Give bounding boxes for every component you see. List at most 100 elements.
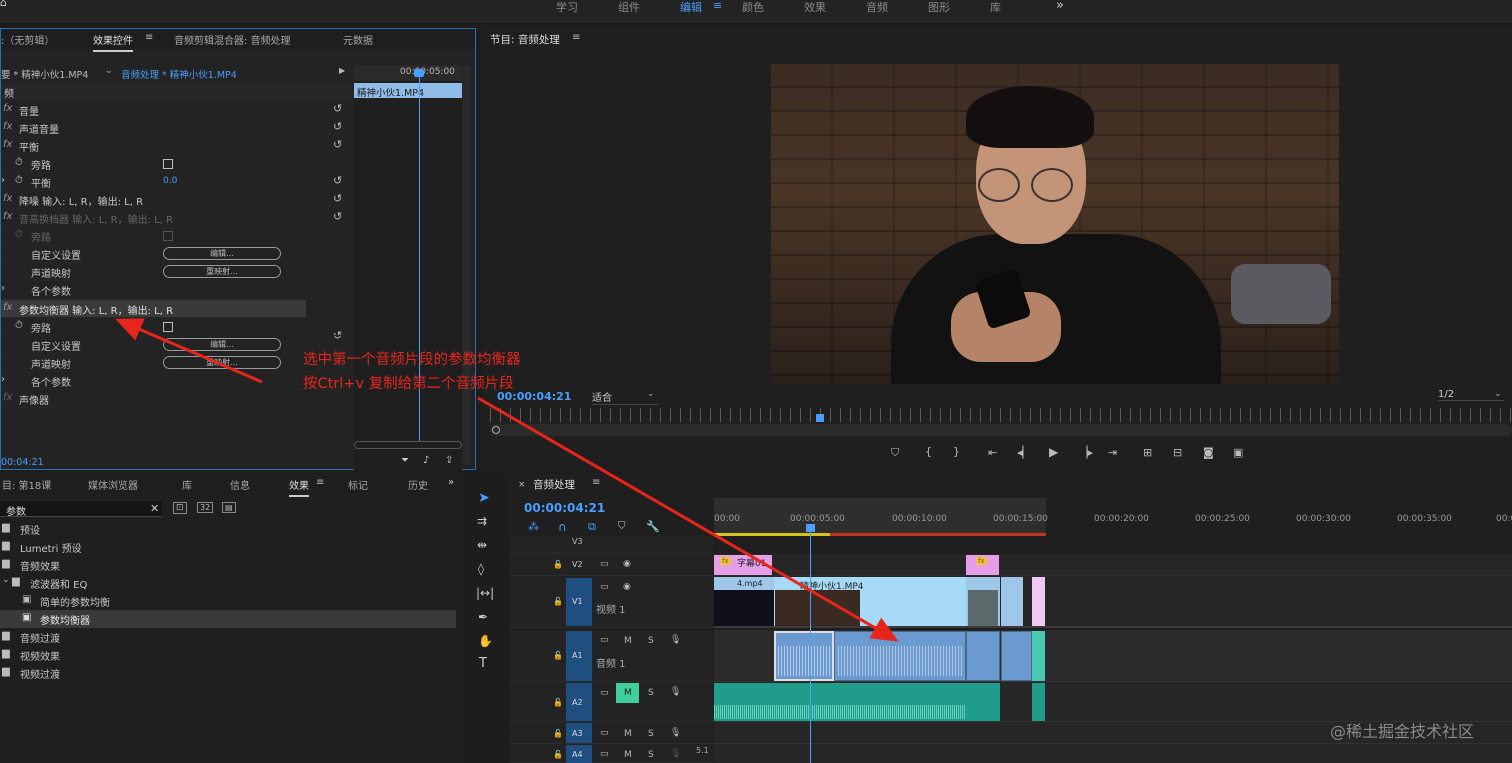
program-timebar[interactable] [490, 408, 1512, 422]
vertical-scrollbar[interactable] [463, 65, 471, 465]
sequence-clip-label[interactable]: 音频处理 * 精神小伙1.MP4 [121, 67, 237, 81]
32bit-icon[interactable]: 32 [197, 502, 214, 513]
go-to-out-icon[interactable]: ⇥ [1108, 446, 1117, 459]
tab-no-clip[interactable]: :（无剪辑） [1, 32, 54, 47]
workspace-tab-color[interactable]: 颜色 [742, 0, 764, 15]
track-label-v2[interactable]: V2 [572, 560, 583, 569]
workspace-tab-learn[interactable]: 学习 [556, 0, 578, 15]
step-forward-icon[interactable]: ▕▸ [1079, 446, 1093, 459]
remap-button[interactable]: 重映射... [163, 265, 281, 278]
type-tool-icon[interactable]: T [479, 656, 487, 671]
timeline-timecode[interactable]: 00:00:04:21 [524, 501, 605, 515]
bypass-checkbox[interactable] [163, 231, 173, 241]
tab-history[interactable]: 历史 [408, 477, 428, 492]
effect-pitch-shifter[interactable]: fx 音高换档器 输入: L, R，输出: L, R ↺ [1, 209, 351, 227]
home-icon[interactable]: ⌂ [0, 0, 7, 9]
lock-icon[interactable]: 🔓 [553, 729, 563, 738]
extract-icon[interactable]: ⊟ [1173, 446, 1182, 459]
tree-item-presets[interactable]: ▆ 预设 [0, 520, 456, 538]
program-playhead[interactable] [816, 414, 824, 422]
mini-playhead-handle[interactable] [414, 69, 424, 77]
slip-tool-icon[interactable]: |↔| [476, 586, 494, 600]
tab-menu-icon[interactable]: ≡ [145, 32, 153, 43]
hand-tool-icon[interactable]: ✋ [478, 634, 493, 648]
scroll-handle-left[interactable] [492, 426, 500, 434]
track-label-a4[interactable]: A4 [572, 750, 583, 759]
expand-icon[interactable]: › [1, 175, 5, 186]
play-icon[interactable]: ▶ [1049, 445, 1058, 459]
timeline-playhead-handle[interactable] [806, 524, 815, 532]
chevron-down-icon[interactable]: ⌄ [647, 389, 655, 399]
reset-icon[interactable]: ↺ [333, 120, 342, 133]
v1-clip-4[interactable] [1001, 577, 1023, 626]
mute-button[interactable]: M [624, 729, 632, 739]
eye-icon[interactable]: ◉ [623, 582, 631, 592]
v1-clip-5[interactable] [1032, 577, 1045, 626]
chevron-down-icon[interactable]: ⌄ [2, 575, 10, 585]
tab-metadata[interactable]: 元数据 [343, 32, 373, 47]
tree-item-param-eq[interactable]: ▣ 参数均衡器 [0, 610, 456, 628]
reset-icon[interactable]: ↺ [333, 210, 342, 223]
effect-channel-volume[interactable]: fx 声道音量 ↺ [1, 119, 351, 137]
workspace-menu-icon[interactable]: ≡ [713, 0, 722, 12]
tree-item-simple-param-eq[interactable]: ▣ 简单的参数均衡 [0, 592, 456, 610]
selection-tool-icon[interactable]: ➤ [478, 490, 490, 506]
play-arrow-icon[interactable]: ▶ [339, 66, 345, 75]
a1-clip-4[interactable] [1001, 631, 1032, 681]
tab-effect-controls[interactable]: 效果控件 [93, 32, 133, 52]
a1-clip-5[interactable] [1032, 631, 1045, 681]
balance-value[interactable]: 0.0 [163, 176, 177, 186]
filter-icon[interactable]: ⏷ [401, 455, 409, 466]
ripple-edit-tool-icon[interactable]: ⇹ [477, 538, 487, 552]
a1-clip-3[interactable] [966, 631, 1000, 681]
track-lane-a4[interactable] [714, 744, 1512, 763]
bypass-checkbox[interactable] [163, 159, 173, 169]
mic-icon[interactable]: 🎙 [670, 749, 681, 759]
video-frame[interactable] [771, 64, 1339, 384]
search-input[interactable]: 参数 [6, 503, 26, 518]
effect-volume[interactable]: fx 音量 ↺ [1, 101, 351, 119]
tab-info[interactable]: 信息 [230, 477, 250, 492]
remap-button[interactable]: 重映射... [163, 356, 281, 369]
bypass-checkbox[interactable] [163, 322, 173, 332]
export-icon[interactable]: ⇪ [445, 455, 453, 466]
mark-out-icon[interactable]: } [953, 445, 960, 458]
mute-button[interactable]: M [624, 750, 632, 760]
solo-button[interactable]: S [648, 688, 654, 698]
tree-item-audio-effects[interactable]: ▆ 音频效果 [0, 556, 456, 574]
go-to-in-icon[interactable]: ⇤ [988, 446, 997, 459]
expand-icon[interactable]: › [1, 283, 5, 294]
tree-item-audio-transitions[interactable]: ▆ 音频过渡 [0, 628, 456, 646]
wrench-icon[interactable]: 🔧 [646, 520, 660, 533]
solo-button[interactable]: S [648, 636, 654, 646]
solo-button[interactable]: S [648, 750, 654, 760]
tree-item-lumetri-presets[interactable]: ▆ Lumetri 预设 [0, 538, 456, 556]
nest-icon[interactable]: ⁂ [528, 520, 539, 533]
edit-button[interactable]: 编辑... [163, 247, 281, 260]
tree-item-video-effects[interactable]: ▆ 视频效果 [0, 646, 456, 664]
play-audio-icon[interactable]: ♪ [423, 455, 429, 466]
tab-project[interactable]: 目: 第18课 [2, 477, 51, 492]
horizontal-scrollbar[interactable] [354, 441, 462, 449]
add-marker-icon[interactable]: ⛉ [618, 521, 626, 532]
lock-icon[interactable]: 🔓 [553, 651, 563, 660]
a2-clip-2[interactable] [966, 683, 1000, 721]
mic-icon[interactable]: 🎙 [670, 728, 681, 738]
tab-markers[interactable]: 标记 [348, 477, 368, 492]
accelerated-icon[interactable]: ⊡ [173, 502, 187, 514]
track-lane-v2[interactable] [714, 554, 1512, 576]
eye-icon[interactable]: ◉ [623, 559, 631, 569]
razor-tool-icon[interactable]: ◊ [478, 562, 484, 576]
chevron-down-icon[interactable]: ⌄ [1494, 389, 1502, 399]
close-tab-icon[interactable]: × [518, 480, 526, 490]
param-individual-2[interactable]: › 各个参数 [1, 372, 351, 390]
tab-effects[interactable]: 效果 [289, 477, 309, 497]
workspace-tab-editing[interactable]: 编辑 [680, 0, 702, 15]
sync-lock-icon[interactable]: ▭ [600, 559, 609, 569]
tree-item-filter-eq[interactable]: ⌄ ▆ 滤波器和 EQ [0, 574, 456, 592]
sync-lock-icon[interactable]: ▭ [600, 688, 609, 698]
tab-media-browser[interactable]: 媒体浏览器 [88, 477, 138, 492]
workspace-tab-audio[interactable]: 音频 [866, 0, 888, 15]
effect-balance[interactable]: fx 平衡 ↺ [1, 137, 351, 155]
reset-icon[interactable]: ↺ [333, 192, 342, 205]
